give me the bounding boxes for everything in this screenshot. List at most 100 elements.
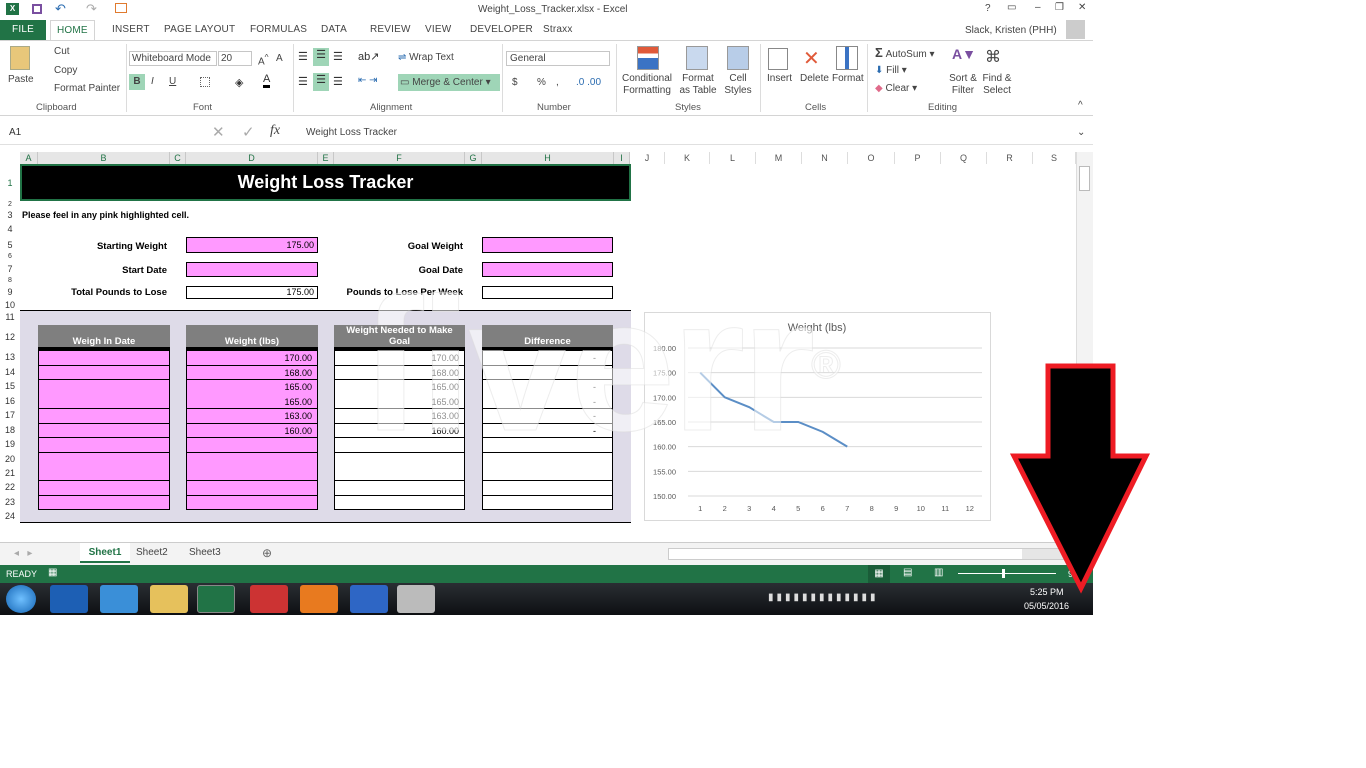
- new-sheet-button[interactable]: ⊕: [262, 546, 272, 560]
- macro-icon[interactable]: ▦: [48, 567, 57, 578]
- table-cell-weight[interactable]: 165.00 165.00: [186, 379, 318, 409]
- column-header-n[interactable]: N: [802, 152, 848, 164]
- font-name-select[interactable]: Whiteboard Mode: [129, 51, 217, 66]
- outlook-icon[interactable]: [50, 585, 88, 613]
- table-cell-diff[interactable]: [482, 495, 613, 510]
- column-header-c[interactable]: C: [170, 152, 186, 164]
- row-header-23[interactable]: 23: [0, 495, 20, 509]
- table-cell-diff[interactable]: --: [482, 379, 613, 409]
- column-header-m[interactable]: M: [756, 152, 802, 164]
- column-header-a[interactable]: A: [20, 152, 38, 164]
- align-center-icon[interactable]: ☰: [313, 73, 329, 91]
- restore-button[interactable]: ❐: [1055, 2, 1064, 13]
- row-header-11[interactable]: 11: [0, 310, 20, 325]
- insert-function-button[interactable]: fx: [270, 123, 280, 139]
- table-cell-date[interactable]: [38, 437, 170, 453]
- table-cell-weight[interactable]: 168.00: [186, 365, 318, 380]
- page-break-view-button[interactable]: ▥: [934, 567, 943, 578]
- row-header-10[interactable]: 10: [0, 300, 20, 310]
- start-date-input[interactable]: [186, 262, 318, 277]
- column-header-o[interactable]: O: [848, 152, 895, 164]
- table-cell-weight[interactable]: 160.00: [186, 423, 318, 438]
- wrap-text-button[interactable]: ⇌ Wrap Text: [398, 52, 454, 63]
- table-cell-weight[interactable]: 170.00: [186, 350, 318, 366]
- column-header-j[interactable]: J: [630, 152, 665, 164]
- table-cell-needed[interactable]: 168.00: [334, 365, 465, 380]
- column-header-p[interactable]: P: [895, 152, 941, 164]
- cut-button[interactable]: Cut: [54, 46, 70, 57]
- cell-styles-button[interactable]: Cell Styles: [722, 73, 754, 97]
- column-header-d[interactable]: D: [186, 152, 318, 164]
- internet-explorer-icon[interactable]: [100, 585, 138, 613]
- table-cell-weight[interactable]: [186, 495, 318, 510]
- row-header-22[interactable]: 22: [0, 480, 20, 495]
- comma-button[interactable]: ,: [556, 77, 559, 88]
- find-select-button[interactable]: Find & Select: [980, 73, 1014, 97]
- system-tray-icons[interactable]: ▮▮▮▮▮▮▮▮▮▮▮▮▮: [768, 592, 879, 603]
- table-cell-needed[interactable]: 160.00: [334, 423, 465, 438]
- table-cell-diff[interactable]: -: [482, 408, 613, 424]
- column-header-b[interactable]: B: [38, 152, 170, 164]
- middle-align-icon[interactable]: ☰: [313, 48, 329, 66]
- table-cell-needed[interactable]: 163.00: [334, 408, 465, 424]
- fill-button[interactable]: ⬇ Fill ▾: [875, 65, 907, 76]
- file-explorer-icon[interactable]: [150, 585, 188, 613]
- row-header-21[interactable]: 21: [0, 466, 20, 480]
- row-header-8[interactable]: 8: [0, 277, 20, 284]
- table-cell-date[interactable]: [38, 480, 170, 496]
- align-left-icon[interactable]: ☰: [298, 75, 308, 88]
- row-header-16[interactable]: 16: [0, 394, 20, 408]
- vertical-scroll-thumb[interactable]: [1079, 166, 1090, 191]
- name-box[interactable]: A1: [4, 125, 180, 141]
- page-layout-view-button[interactable]: ▤: [903, 567, 912, 578]
- row-header-4[interactable]: 4: [0, 222, 20, 237]
- table-cell-diff[interactable]: [482, 480, 613, 496]
- paste-button[interactable]: Paste: [8, 74, 34, 85]
- row-header-3[interactable]: 3: [0, 208, 20, 222]
- media-player-icon[interactable]: [300, 585, 338, 613]
- tab-review[interactable]: REVIEW: [364, 20, 417, 40]
- shrink-font-button[interactable]: A: [276, 53, 283, 64]
- row-header-19[interactable]: 19: [0, 437, 20, 452]
- column-header-i[interactable]: I: [614, 152, 630, 164]
- indent-icons[interactable]: ⇤ ⇥: [358, 75, 378, 86]
- tab-file[interactable]: FILE: [0, 20, 46, 40]
- number-format-select[interactable]: General: [506, 51, 610, 66]
- decimal-buttons[interactable]: .0 .00: [576, 77, 601, 88]
- zoom-slider-thumb[interactable]: [1002, 569, 1005, 578]
- sheet-nav-arrows[interactable]: ◂ ▸: [14, 548, 32, 559]
- sheet-tab-sheet2[interactable]: Sheet2: [136, 547, 168, 558]
- row-header-5[interactable]: 5: [0, 237, 20, 253]
- tab-home[interactable]: HOME: [50, 20, 95, 41]
- row-header-12[interactable]: 12: [0, 325, 20, 350]
- currency-button[interactable]: $: [512, 77, 518, 88]
- table-cell-diff[interactable]: [482, 452, 613, 481]
- autosum-button[interactable]: Σ AutoSum ▾: [875, 45, 935, 60]
- delete-cells-button[interactable]: Delete: [800, 73, 829, 84]
- starting-weight-input[interactable]: 175.00: [186, 237, 318, 253]
- table-cell-needed[interactable]: [334, 452, 465, 481]
- save-icon[interactable]: [32, 4, 42, 14]
- font-size-select[interactable]: 20: [218, 51, 252, 66]
- ribbon-display-button[interactable]: ▭: [1007, 2, 1016, 13]
- format-as-table-button[interactable]: Format as Table: [676, 73, 720, 97]
- table-cell-date[interactable]: [38, 379, 170, 409]
- copy-button[interactable]: Copy: [54, 65, 77, 76]
- table-cell-needed[interactable]: [334, 495, 465, 510]
- sort-filter-button[interactable]: Sort & Filter: [946, 73, 980, 97]
- table-cell-weight[interactable]: [186, 437, 318, 453]
- enter-icon[interactable]: ✓: [242, 123, 255, 141]
- row-header-18[interactable]: 18: [0, 423, 20, 437]
- top-align-icon[interactable]: ☰: [298, 50, 312, 63]
- italic-button[interactable]: I: [151, 76, 154, 87]
- table-cell-diff[interactable]: -: [482, 350, 613, 366]
- table-cell-weight[interactable]: [186, 480, 318, 496]
- expand-formula-bar-button[interactable]: ⌄: [1077, 127, 1085, 138]
- tab-straxx[interactable]: Straxx: [537, 20, 579, 40]
- table-cell-diff[interactable]: -: [482, 423, 613, 438]
- row-header-24[interactable]: 24: [0, 509, 20, 523]
- snipping-tool-icon[interactable]: [250, 585, 288, 613]
- column-header-f[interactable]: F: [334, 152, 465, 164]
- undo-icon[interactable]: ↶: [55, 1, 66, 17]
- tab-data[interactable]: DATA: [315, 20, 353, 40]
